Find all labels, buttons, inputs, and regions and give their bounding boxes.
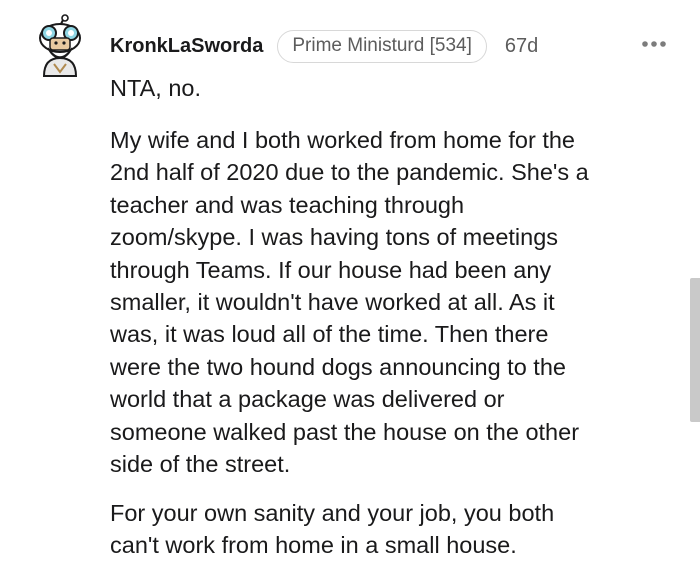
username[interactable]: KronkLaSworda	[110, 35, 263, 58]
comment-paragraph: NTA, no.	[110, 75, 201, 101]
user-flair-badge: Prime Ministurd [534]	[277, 29, 487, 63]
more-options-icon[interactable]	[638, 30, 670, 58]
scrollbar-thumb[interactable]	[690, 278, 700, 422]
comment-paragraph: For your own sanity and your job, you bo…	[110, 500, 555, 559]
snoo-avatar-icon[interactable]	[34, 14, 86, 78]
comment-age: 67d	[504, 34, 539, 57]
comment-header: KronkLaSworda Prime Ministurd [534] 67d	[110, 28, 538, 64]
comment: KronkLaSworda Prime Ministurd [534] 67d …	[0, 0, 700, 580]
comment-paragraph: My wife and I both worked from home for …	[110, 127, 589, 478]
